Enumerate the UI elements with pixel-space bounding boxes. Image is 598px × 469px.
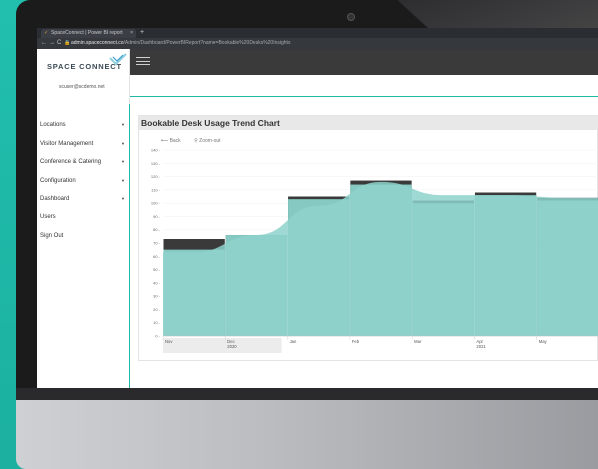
url-path: /Admin/Dashboard/PowerBIReport?name=Book… xyxy=(123,40,291,46)
favicon-icon: ✓ xyxy=(44,30,49,36)
user-email: scuser@scdemo.net xyxy=(59,84,105,90)
report-title-bar: Bookable Desk Usage Trend Chart xyxy=(139,116,598,130)
y-tick-label: 90 - xyxy=(153,214,161,219)
y-tick-label: 0 - xyxy=(155,334,160,339)
y-tick-label: 130 - xyxy=(151,161,161,166)
y-tick-label: 20 - xyxy=(153,307,161,312)
year-label: 2021 xyxy=(476,344,486,349)
x-tick-label: Feb xyxy=(352,339,360,344)
chevron-down-icon: ▼ xyxy=(121,196,125,201)
x-tick-label: Nov xyxy=(165,339,173,344)
report-title: Bookable Desk Usage Trend Chart xyxy=(141,118,280,128)
back-button[interactable]: ⟵ Back xyxy=(161,138,187,144)
y-tick-label: 30 - xyxy=(153,294,161,299)
address-bar: ← → C 🔒 admin.spaceconnect.co/Admin/Dash… xyxy=(37,38,598,49)
chart-svg: 0 - 10 - 20 - 30 - 40 - 50 - 60 - 70 - 80 - 90 - 1… xyxy=(151,148,598,353)
top-bar xyxy=(130,49,598,75)
sidebar-item-locations[interactable]: Locations ▼ xyxy=(40,122,125,128)
usage-chart: 0 - 10 - 20 - 30 - 40 - 50 - 60 - 70 - 80 - 90 - 1… xyxy=(149,146,598,362)
year-label: 2020 xyxy=(227,344,237,349)
sidebar: Locations ▼ Visitor Management ▼ Confere… xyxy=(37,104,130,388)
sidebar-item-label: Conference & Catering xyxy=(40,159,102,165)
laptop-base xyxy=(16,400,598,469)
sidebar-item-label: Dashboard xyxy=(40,196,70,202)
chevron-down-icon: ▼ xyxy=(121,122,125,127)
year-band-2020 xyxy=(163,338,282,353)
y-tick-label: 70 - xyxy=(153,241,161,246)
forward-icon[interactable]: → xyxy=(49,39,55,48)
sidebar-item-conference-catering[interactable]: Conference & Catering ▼ xyxy=(40,159,125,165)
chevron-down-icon: ▼ xyxy=(121,141,125,146)
y-tick-label: 40 - xyxy=(153,280,161,285)
lock-icon: 🔒 xyxy=(64,40,71,46)
report-card: Bookable Desk Usage Trend Chart ⟵ Back ⚲… xyxy=(138,115,598,361)
sidebar-item-users[interactable]: Users xyxy=(40,214,56,220)
y-tick-label: 110 - xyxy=(151,187,160,192)
brand-panel: SPACE CONNECT scuser@scdemo.net xyxy=(37,49,130,104)
back-label: Back xyxy=(169,138,181,144)
tab-close-icon[interactable]: × xyxy=(130,29,133,38)
y-tick-label: 50 - xyxy=(153,267,161,272)
y-tick-label: 10 - xyxy=(153,320,161,325)
trend-area xyxy=(163,181,598,336)
y-tick-label: 100 - xyxy=(151,201,161,206)
back-icon[interactable]: ← xyxy=(41,39,47,48)
chart-toolbar: ⟵ Back ⚲ Zoom-out xyxy=(161,138,233,144)
reload-icon[interactable]: C xyxy=(57,39,61,48)
main-content: Bookable Desk Usage Trend Chart ⟵ Back ⚲… xyxy=(131,97,598,388)
x-tick-label: May xyxy=(539,339,548,344)
tab-title: SpaceConnect | Power BI report xyxy=(51,30,123,36)
sidebar-item-visitor-management[interactable]: Visitor Management ▼ xyxy=(40,141,125,147)
url-host: admin.spaceconnect.co xyxy=(71,40,124,46)
sidebar-item-configuration[interactable]: Configuration ▼ xyxy=(40,178,125,184)
sidebar-item-sign-out[interactable]: Sign Out xyxy=(40,233,63,239)
x-tick-label: Mar xyxy=(414,339,422,344)
y-tick-label: 140 - xyxy=(151,148,161,153)
url-input[interactable]: admin.spaceconnect.co/Admin/Dashboard/Po… xyxy=(71,39,591,48)
browser-tab[interactable]: ✓ SpaceConnect | Power BI report × xyxy=(41,29,136,38)
x-tick-label: Jan xyxy=(290,339,297,344)
camera-icon xyxy=(347,13,355,21)
laptop-screen: ✓ SpaceConnect | Power BI report × + ← →… xyxy=(37,28,598,388)
new-tab-button[interactable]: + xyxy=(140,28,144,38)
browser-tabbar: ✓ SpaceConnect | Power BI report × + xyxy=(37,28,598,38)
zoom-label: Zoom-out xyxy=(199,138,221,144)
y-tick-label: 60 - xyxy=(153,254,161,259)
sub-header xyxy=(130,75,598,97)
sidebar-item-label: Users xyxy=(40,214,56,220)
zoom-out-button[interactable]: ⚲ Zoom-out xyxy=(194,138,226,144)
hamburger-menu-icon[interactable] xyxy=(136,57,150,65)
sidebar-item-dashboard[interactable]: Dashboard ▼ xyxy=(40,196,125,202)
y-tick-label: 120 - xyxy=(151,174,161,179)
y-tick-label: 80 - xyxy=(153,227,161,232)
sidebar-item-label: Sign Out xyxy=(40,233,64,239)
sidebar-item-label: Locations xyxy=(40,122,66,128)
chevron-down-icon: ▼ xyxy=(121,178,125,183)
sidebar-item-label: Visitor Management xyxy=(40,141,94,147)
logo-icon xyxy=(109,53,127,66)
sidebar-item-label: Configuration xyxy=(40,178,76,184)
chevron-down-icon: ▼ xyxy=(121,159,125,164)
